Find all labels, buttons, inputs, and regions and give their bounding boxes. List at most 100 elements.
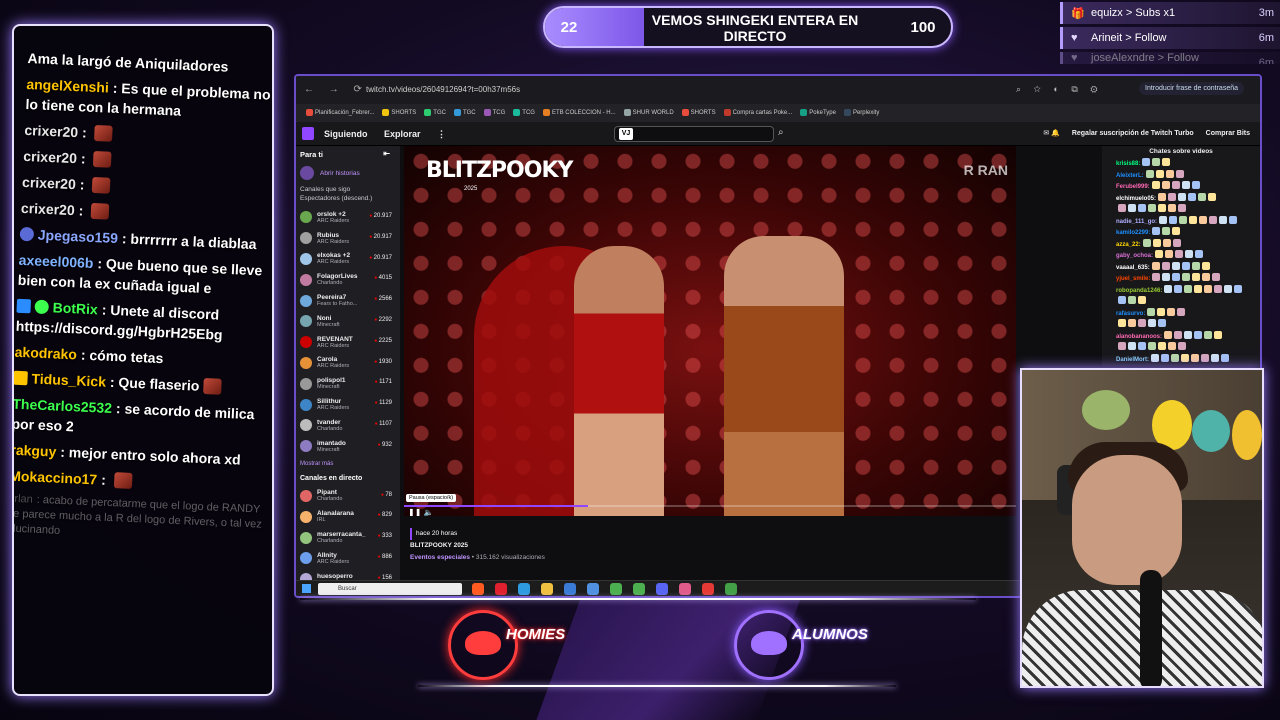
notifications-icon[interactable]: 🔔 [1051,130,1060,137]
brave-icon[interactable] [472,583,484,595]
store-icon[interactable] [564,583,576,595]
chrome-icon[interactable] [633,583,645,595]
video-chat-username[interactable]: yjuel_smile: [1116,276,1150,282]
more-menu-icon[interactable]: ⋮ [437,129,446,139]
video-chat-username[interactable]: AleixterL: [1116,173,1144,179]
followed-channels-list: orslok +2ARC Raiders20.917RubiusARC Raid… [296,207,400,457]
pause-icon[interactable]: ❚❚ [408,508,421,516]
buy-bits-button[interactable]: Comprar Bits [1206,130,1250,137]
edge-icon[interactable] [518,583,530,595]
address-bar[interactable]: twitch.tv/videos/2604912694?t=00h37m56s [366,82,1016,98]
mail-icon[interactable] [587,583,599,595]
sidebar-channel[interactable]: NoniMinecraft 2292 [296,311,400,332]
game-icon[interactable] [725,583,737,595]
video-chat-username[interactable]: DanielMort: [1116,357,1149,363]
browser-nav-buttons[interactable]: ← → ⟳ [304,84,368,95]
inbox-icon[interactable]: ✉ [1043,130,1049,137]
bookmark-item[interactable]: Planificación_Febrer... [306,109,374,117]
video-chat-username[interactable]: vaaaal_635: [1116,265,1150,271]
chat-username[interactable]: Jpegaso159 [38,227,119,246]
chat-username[interactable]: Tidus_Kick [31,370,106,389]
bookmark-item[interactable]: SHUR WORLD [623,109,674,117]
video-chat-username[interactable]: gaby_ochoa: [1116,253,1153,259]
chat-username[interactable]: axeeel006b [18,252,93,271]
video-category-link[interactable]: Eventos especiales [410,554,470,561]
nav-browse[interactable]: Explorar [384,129,421,139]
bookmark-item[interactable]: SHORTS [382,109,416,117]
bookmark-item[interactable]: TCG [513,109,535,117]
chat-username[interactable]: 0rlan [14,493,33,506]
emote-icon [1167,307,1176,316]
chat-message: angelXenshi: Es que el problema no lo ti… [25,74,272,125]
chat-username[interactable]: crixer20 [24,122,78,140]
video-chat-username[interactable]: krisis88: [1116,161,1140,167]
twitch-search-input[interactable]: VJ [614,126,774,142]
passphrase-button[interactable]: Introducir frase de contraseña [1139,82,1244,95]
video-chat-username[interactable]: Ferubel999: [1116,184,1150,190]
opera-icon[interactable] [495,583,507,595]
sidebar-channel[interactable]: imantadoMinecraft 932 [296,436,400,457]
sidebar-channel[interactable]: SillithurARC Raiders 1129 [296,394,400,415]
bookmark-item[interactable]: SHORTS [681,109,716,117]
photos-icon[interactable] [679,583,691,595]
sidebar-channel[interactable]: PipantCharlando 78 [296,486,400,507]
video-chat-username[interactable]: nadie_111_go: [1116,219,1157,225]
sidebar-channel[interactable]: AllnityARC Raiders 886 [296,548,400,569]
video-chat-username[interactable]: alanobananoos: [1116,334,1162,340]
volume-icon[interactable]: 🔈 [424,508,434,516]
turbo-gift-button[interactable]: Regalar suscripción de Twitch Turbo [1072,130,1194,137]
discord-icon[interactable] [656,583,668,595]
sidebar-channel[interactable]: marserracanta_Charlando 333 [296,527,400,548]
search-icon[interactable]: ⌕ [778,127,784,138]
video-chat-username[interactable]: robopanda1246: [1116,288,1162,294]
chat-username[interactable]: BotRix [52,299,98,317]
bookmark-item[interactable]: Compra cartas Poke... [723,109,792,117]
chat-username[interactable]: crixer20 [21,200,75,218]
pokeball-icon[interactable] [702,583,714,595]
sidebar-channel[interactable]: elxokas +2ARC Raiders 20.917 [296,249,400,270]
sidebar-channel[interactable]: tvanderCharlando 1107 [296,415,400,436]
emote-icon [1211,353,1219,362]
sidebar-channel[interactable]: Peereira7Fears to Fatho... 2566 [296,290,400,311]
seek-bar[interactable] [404,505,1016,507]
show-more-link[interactable]: Mostrar más [296,457,400,471]
chat-username[interactable]: TheCarlos2532 [14,396,112,416]
nav-following[interactable]: Siguiendo [324,129,368,139]
video-chat-username[interactable]: azza_22: [1116,242,1141,248]
open-stories-button[interactable]: Abrir historias [296,163,400,183]
chat-username[interactable]: crixer20 [23,148,77,166]
bookmark-item[interactable]: TGC [424,109,446,117]
chat-username[interactable]: akodrako [14,344,77,363]
chrome-icon[interactable] [610,583,622,595]
extension-icons[interactable]: ⌕ ☆ ◐ ⧉ ⚙ [1016,84,1103,95]
sort-label[interactable]: Espectadores (descend.) [300,194,396,203]
chat-username[interactable]: rakguy [14,442,57,460]
twitch-logo-icon[interactable] [302,127,314,140]
avatar [300,573,312,580]
sidebar-channel[interactable]: REVENANTARC Raiders 2225 [296,332,400,353]
video-chat-username[interactable]: kamilo2299: [1116,230,1150,236]
bookmark-item[interactable]: PokeType [800,109,836,117]
sidebar-channel[interactable]: orslok +2ARC Raiders 20.917 [296,207,400,228]
sidebar-channel[interactable]: FolagorLivesCharlando 4015 [296,269,400,290]
taskbar-search-input[interactable]: Buscar [318,583,462,595]
bookmark-item[interactable]: TGC [453,109,476,117]
collapse-sidebar-icon[interactable]: ⇤ [383,149,390,158]
sidebar-channel[interactable]: RubiusARC Raiders 20.917 [296,228,400,249]
windows-start-icon[interactable] [302,584,311,593]
sidebar-channel[interactable]: huesoperroHuman Fall Flat156 [296,569,400,580]
twitch-sidebar: Para ti ⇤ Abrir historias Canales que si… [296,146,400,580]
bookmark-item[interactable]: Perplexity [843,109,879,117]
folder-icon[interactable] [541,583,553,595]
sidebar-channel[interactable]: polispol1Minecraft 1171 [296,373,400,394]
bookmark-item[interactable]: TCG [483,109,505,117]
video-player[interactable]: BLITZPOOKY 2025 R RAN Pausa (espacio/k) … [404,146,1016,516]
chat-username[interactable]: angelXenshi [26,76,109,96]
bookmark-item[interactable]: ETB COLECCION - H... [542,109,616,117]
video-chat-username[interactable]: rafasurvo: [1116,311,1145,317]
video-chat-username[interactable]: elchimuelo05: [1116,196,1156,202]
chat-username[interactable]: crixer20 [22,174,76,192]
sidebar-channel[interactable]: CarolaARC Raiders 1930 [296,353,400,374]
sidebar-channel[interactable]: AlanalaranaIRL 829 [296,506,400,527]
chat-username[interactable]: Mokaccino17 [14,468,98,488]
